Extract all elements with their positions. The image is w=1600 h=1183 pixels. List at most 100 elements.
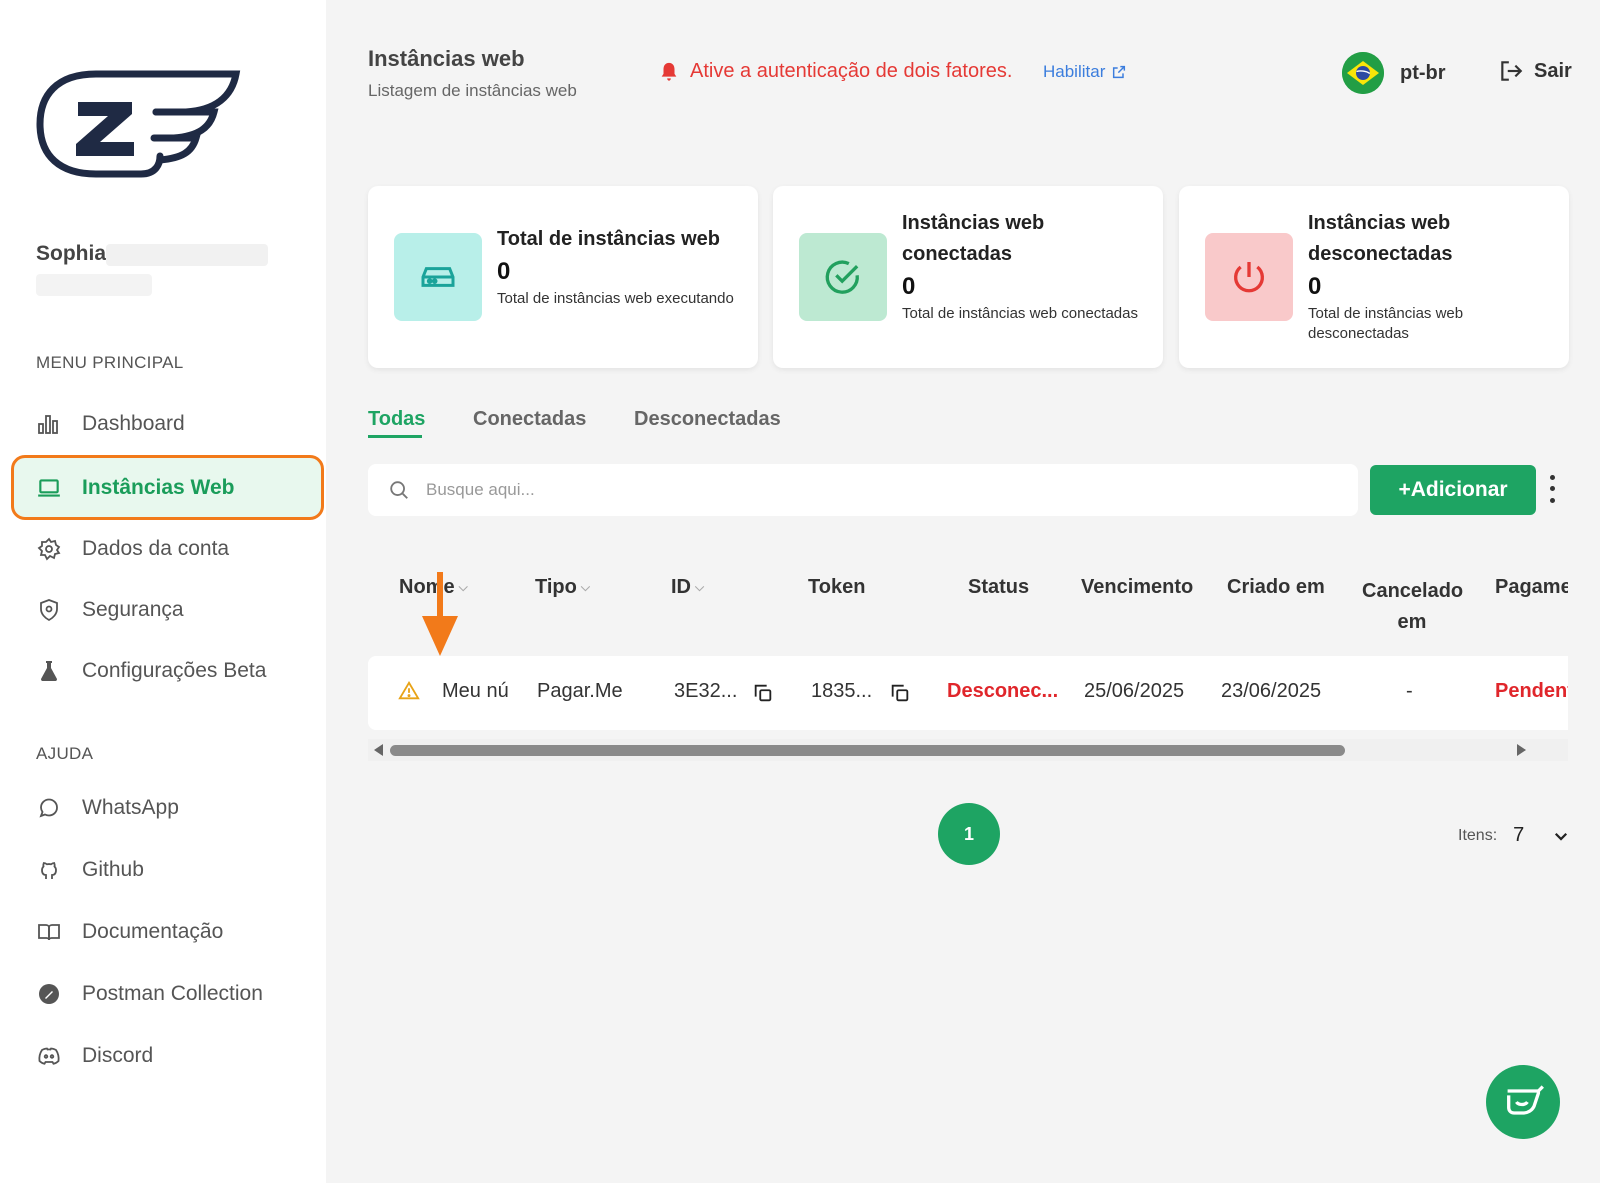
- sidebar-item-label: Postman Collection: [82, 982, 263, 1005]
- column-label: Vencimento: [1081, 576, 1194, 598]
- more-options-icon[interactable]: [1544, 472, 1560, 506]
- active-tab-indicator: [368, 435, 422, 438]
- sidebar-item-beta-settings[interactable]: Configurações Beta: [36, 651, 266, 691]
- search-box: [368, 464, 1358, 516]
- sidebar: Sophia MENU PRINCIPAL Dashboard Instânci…: [0, 0, 326, 1183]
- user-surname-redacted: [106, 244, 268, 266]
- sidebar-item-github[interactable]: Github: [36, 850, 144, 890]
- logout-label: Sair: [1534, 59, 1572, 82]
- page-title: Instâncias web: [368, 46, 525, 71]
- user-email-redacted: [36, 274, 152, 296]
- sort-chevron-icon: ⌵: [580, 580, 590, 594]
- page-1-button[interactable]: 1: [938, 803, 1000, 865]
- logout-icon: [1501, 61, 1523, 81]
- sidebar-item-web-instances[interactable]: Instâncias Web: [36, 468, 235, 508]
- stat-card-total: Total de instâncias web 0 Total de instâ…: [368, 186, 758, 368]
- column-header-token: Token: [808, 576, 865, 599]
- cell-type: Pagar.Me: [537, 680, 623, 702]
- search-icon: [390, 481, 408, 499]
- add-instance-button[interactable]: +Adicionar: [1370, 465, 1536, 515]
- sidebar-item-label: Github: [82, 858, 144, 881]
- warning-icon: [398, 680, 420, 702]
- items-per-page-selector[interactable]: Itens: 7: [1458, 824, 1570, 847]
- horizontal-scrollbar[interactable]: [368, 739, 1568, 761]
- enable-twofa-label: Habilitar: [1043, 62, 1106, 81]
- sidebar-item-security[interactable]: Segurança: [36, 590, 184, 630]
- gear-icon: [36, 536, 62, 562]
- column-header-status: Status: [968, 576, 1029, 599]
- card-icon-bg: [394, 233, 482, 321]
- sidebar-item-postman-collection[interactable]: Postman Collection: [36, 974, 263, 1014]
- sidebar-item-documentation[interactable]: Documentação: [36, 912, 223, 952]
- stat-card-disconnected: Instâncias web desconectadas 0 Total de …: [1179, 186, 1569, 368]
- tab-connected[interactable]: Conectadas: [473, 408, 586, 431]
- column-header-type[interactable]: Tipo ⌵: [535, 576, 590, 599]
- orange-arrow-icon: [422, 572, 458, 656]
- flask-icon: [36, 658, 62, 684]
- book-icon: [36, 919, 62, 945]
- twofa-warning: Ative a autenticação de dois fatores.: [658, 60, 1012, 83]
- chevron-down-icon: [1555, 832, 1568, 841]
- check-circle-icon: [825, 260, 859, 294]
- column-header-cancelled: Cancelado em: [1362, 580, 1464, 633]
- logout-button[interactable]: Sair: [1498, 58, 1572, 84]
- external-link-icon: [1113, 65, 1126, 79]
- section-help: AJUDA: [36, 744, 94, 763]
- sidebar-item-label: WhatsApp: [82, 796, 179, 819]
- bar-chart-icon: [36, 411, 62, 437]
- column-label: Tipo: [535, 576, 577, 598]
- card-value: 0: [1308, 273, 1322, 300]
- scroll-left-arrow-icon[interactable]: [374, 744, 383, 756]
- sidebar-item-account-data[interactable]: Dados da conta: [36, 529, 229, 569]
- card-description: Total de instâncias web executando: [497, 290, 734, 307]
- cell-payment: Pendent: [1495, 680, 1568, 702]
- card-icon-bg: [1205, 233, 1293, 321]
- cell-status: Desconec...: [947, 680, 1059, 702]
- stat-card-connected: Instâncias web conectadas 0 Total de ins…: [773, 186, 1163, 368]
- brazil-flag-icon: [1342, 52, 1384, 94]
- sidebar-item-label: Dados da conta: [82, 537, 230, 560]
- sidebar-item-label: Dashboard: [82, 412, 185, 435]
- card-description: Total de instâncias web desconectadas: [1308, 305, 1464, 342]
- column-label: Status: [968, 576, 1030, 598]
- support-chat-button[interactable]: [1486, 1065, 1560, 1139]
- sidebar-item-label: Segurança: [82, 598, 184, 621]
- cell-token: 1835...: [811, 680, 873, 702]
- enable-twofa-link[interactable]: Habilitar: [1043, 62, 1127, 82]
- tab-all[interactable]: Todas: [368, 408, 425, 431]
- sidebar-item-whatsapp[interactable]: WhatsApp: [36, 788, 179, 828]
- copy-token-icon[interactable]: [889, 682, 911, 704]
- search-input[interactable]: [426, 480, 1326, 500]
- card-value: 0: [902, 273, 916, 300]
- postman-icon: [36, 981, 62, 1007]
- discord-icon: [36, 1043, 62, 1069]
- items-value: 7: [1513, 824, 1525, 846]
- sidebar-item-dashboard[interactable]: Dashboard: [36, 404, 185, 444]
- cell-id: 3E32...: [674, 680, 738, 702]
- copy-id-icon[interactable]: [752, 682, 774, 704]
- github-icon: [36, 857, 62, 883]
- scroll-right-arrow-icon[interactable]: [1517, 744, 1526, 756]
- card-title: Total de instâncias web: [497, 228, 721, 250]
- sidebar-item-label: Instâncias Web: [82, 476, 235, 499]
- card-value: 0: [497, 258, 511, 285]
- tab-disconnected[interactable]: Desconectadas: [634, 408, 781, 431]
- scrollbar-thumb[interactable]: [390, 745, 1345, 756]
- items-label: Itens:: [1458, 826, 1498, 844]
- sidebar-item-discord[interactable]: Discord: [36, 1036, 153, 1076]
- language-selector[interactable]: pt-br: [1342, 52, 1446, 94]
- column-header-payment: Pagame: [1495, 576, 1568, 598]
- cell-name: Meu nú: [442, 680, 508, 702]
- section-main-menu: MENU PRINCIPAL: [36, 353, 184, 372]
- sidebar-item-label: Documentação: [82, 920, 224, 943]
- logo: [36, 70, 241, 178]
- column-header-id[interactable]: ID ⌵: [671, 576, 704, 599]
- card-title: Instâncias web desconectadas: [1308, 212, 1453, 265]
- page-subtitle: Listagem de instâncias web: [368, 81, 577, 100]
- shield-icon: [36, 597, 62, 623]
- card-description: Total de instâncias web conectadas: [902, 305, 1138, 322]
- language-label: pt-br: [1400, 61, 1446, 84]
- user-name: Sophia: [36, 242, 107, 265]
- whatsapp-icon: [36, 795, 62, 821]
- power-icon: [1234, 262, 1264, 293]
